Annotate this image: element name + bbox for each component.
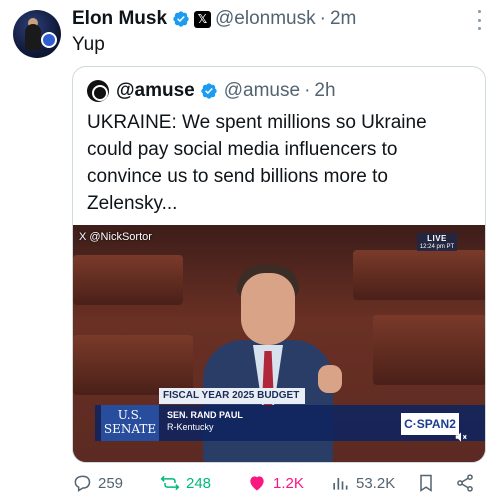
speaker-name: SEN. RAND PAUL: [167, 410, 243, 420]
quoted-tweet-card[interactable]: @amuse @amuse · 2h UKRAINE: We spent mil…: [72, 66, 486, 463]
x-affiliate-icon: 𝕏: [194, 10, 212, 28]
quoted-verified-badge-icon: [200, 82, 218, 100]
views-button[interactable]: 53.2K: [330, 472, 395, 494]
quoted-tweet-header: @amuse @amuse · 2h: [87, 79, 336, 103]
video-senate-desk: [353, 250, 485, 300]
share-icon: [457, 474, 473, 492]
avatar-figure-body: [25, 24, 41, 50]
speaker-caption: SEN. RAND PAUL R-Kentucky: [167, 409, 243, 433]
reply-button[interactable]: 259: [72, 472, 123, 494]
video-source-tag: X @NickSortor: [79, 231, 152, 243]
quoted-author-avatar: [87, 80, 109, 102]
speaker-state: R-Kentucky: [167, 422, 214, 432]
live-indicator: LIVE 12:24 pm PT: [417, 233, 457, 251]
video-senate-desk: [73, 335, 193, 395]
tweet-time[interactable]: 2m: [330, 8, 356, 30]
video-senate-desk: [373, 315, 485, 385]
like-count: 1.2K: [273, 474, 304, 492]
us-senate-logo: U.S. SENATE: [101, 405, 159, 441]
quoted-author-handle: @amuse: [223, 80, 301, 101]
quoted-author-name: @amuse: [116, 80, 195, 101]
video-senate-desk: [73, 255, 183, 305]
quoted-tweet-text: UKRAINE: We spent millions so Ukraine co…: [87, 112, 427, 214]
tweet-text: Yup: [72, 34, 105, 55]
quoted-separator-dot: ·: [304, 80, 311, 101]
cspan-logo: C·SPAN2: [401, 413, 459, 435]
author-name[interactable]: Elon Musk: [72, 8, 167, 30]
mute-icon[interactable]: [453, 430, 469, 444]
verified-badge-icon: [172, 10, 190, 28]
embedded-video[interactable]: X @NickSortor LIVE 12:24 pm PT FISCAL YE…: [73, 225, 485, 462]
author-handle[interactable]: @elonmusk: [215, 8, 316, 30]
repost-button[interactable]: 248: [160, 472, 211, 494]
reply-count: 259: [98, 474, 124, 492]
separator-dot: ·: [319, 8, 326, 29]
views-count: 53.2K: [356, 474, 396, 492]
author-avatar[interactable]: [13, 10, 61, 58]
share-button[interactable]: [455, 472, 475, 494]
tweet-actions-bar: 259 248 1.2K 53.2K: [72, 472, 486, 494]
repost-icon: [160, 475, 180, 491]
bookmark-icon: [420, 474, 432, 492]
views-chart-icon: [333, 478, 348, 490]
bookmark-button[interactable]: [416, 472, 436, 494]
repost-count: 248: [186, 474, 212, 492]
heart-icon: [250, 476, 264, 491]
live-time: 12:24 pm PT: [419, 244, 455, 250]
budget-banner: FISCAL YEAR 2025 BUDGET: [159, 388, 305, 404]
reply-icon: [74, 475, 91, 492]
live-label: LIVE: [427, 234, 447, 243]
more-options-icon[interactable]: [476, 10, 482, 30]
tweet-header: Elon Musk 𝕏 @elonmusk · 2m: [72, 6, 356, 32]
quoted-tweet-time: 2h: [314, 80, 336, 101]
like-button[interactable]: 1.2K: [247, 472, 304, 494]
avatar-badge: [41, 32, 57, 48]
